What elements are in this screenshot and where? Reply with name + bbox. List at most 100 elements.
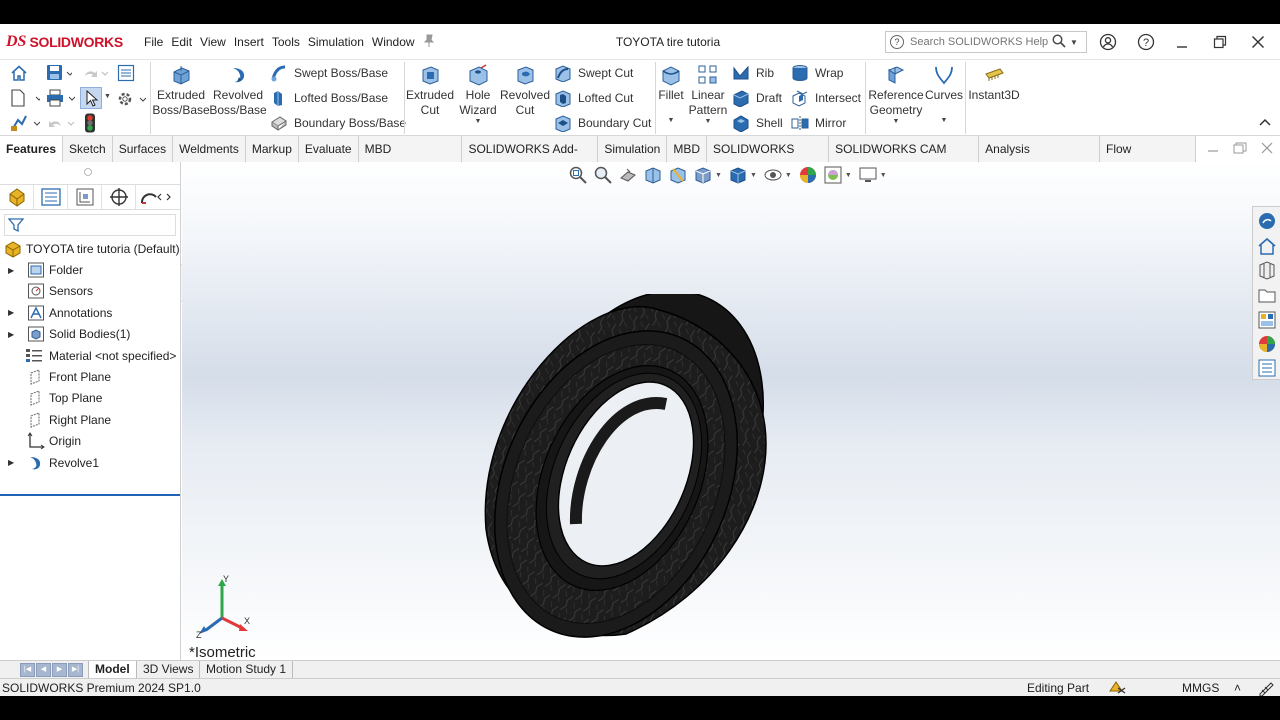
property-manager-icon[interactable] [34, 185, 68, 209]
boundary-cut-button[interactable]: Boundary Cut [554, 112, 651, 134]
dimxpert-manager-icon[interactable] [102, 185, 136, 209]
fillet-button[interactable]: Fillet ▼ [656, 64, 686, 125]
first-tab-arrow-icon[interactable]: |◀ [20, 663, 35, 677]
tab-motion-study-1[interactable]: Motion Study 1 [200, 661, 294, 679]
solidworks-logo[interactable]: DS SOLIDWORKS [6, 32, 123, 52]
hide-show-items-icon[interactable] [763, 165, 783, 185]
expand-arrow-icon[interactable]: ▶ [8, 266, 16, 275]
dynamic-annotation-icon[interactable] [668, 165, 688, 185]
view-orientation-icon[interactable] [693, 165, 713, 185]
customize-status-bar-icon[interactable] [1258, 680, 1274, 696]
curves-dropdown-icon[interactable]: ▼ [941, 117, 948, 125]
tab-markup[interactable]: Markup [245, 136, 299, 162]
units-text[interactable]: MMGS [1182, 681, 1219, 695]
wrap-button[interactable]: Wrap [791, 62, 843, 84]
hide-show-dropdown-icon[interactable]: ▼ [785, 172, 792, 179]
doc-close-icon[interactable] [1261, 142, 1273, 157]
swept-boss-button[interactable]: Swept Boss/Base [270, 62, 388, 84]
print-icon[interactable] [46, 89, 76, 107]
select-pointer-icon[interactable] [80, 87, 102, 109]
expand-arrow-icon[interactable]: ▶ [8, 330, 16, 339]
tab-weldments[interactable]: Weldments [173, 136, 246, 162]
mirror-button[interactable]: Mirror [791, 112, 846, 134]
tab-model[interactable]: Model [88, 661, 137, 679]
boundary-boss-button[interactable]: Boundary Boss/Base [270, 112, 406, 134]
lofted-boss-button[interactable]: Lofted Boss/Base [270, 87, 388, 109]
previous-tab-arrow-icon[interactable]: ◀ [36, 663, 51, 677]
units-menu-icon[interactable]: ˄ [1234, 681, 1241, 695]
solidworks-resources-icon[interactable] [1257, 211, 1277, 231]
tab-sketch[interactable]: Sketch [63, 136, 113, 162]
graphics-area[interactable]: ▼ ▼ ▼ ▼ ▼ Y X Z *Isometric [182, 162, 1280, 660]
configuration-manager-icon[interactable] [68, 185, 102, 209]
expand-arrow-icon[interactable]: ▶ [8, 308, 16, 317]
traffic-light-icon[interactable] [84, 113, 102, 133]
curves-button[interactable]: Curves ▼ [925, 64, 963, 125]
tree-item-folder[interactable]: ▶ Folder [0, 259, 180, 280]
redo-icon[interactable] [82, 64, 109, 82]
panel-handle[interactable] [84, 168, 92, 176]
tire-model[interactable] [466, 294, 776, 639]
help-icon[interactable]: ? [1134, 30, 1158, 54]
view-palette-icon[interactable] [1257, 310, 1277, 330]
expand-arrow-icon[interactable]: ▶ [8, 458, 16, 467]
apply-scene-dropdown-icon[interactable]: ▼ [845, 172, 852, 179]
hole-wizard-button[interactable]: Hole Wizard ▼ [456, 64, 500, 126]
collapse-ribbon-icon[interactable] [1258, 116, 1272, 130]
view-orientation-dropdown-icon[interactable]: ▼ [715, 172, 722, 179]
shell-button[interactable]: Shell [732, 112, 783, 134]
revolved-cut-button[interactable]: Revolved Cut [500, 64, 550, 118]
appearances-scenes-icon[interactable] [1257, 334, 1277, 354]
tab-simulation[interactable]: Simulation [598, 136, 668, 162]
search-dropdown-icon[interactable]: ▼ [1070, 38, 1078, 47]
doc-restore-icon[interactable] [1233, 142, 1247, 157]
tree-item-origin[interactable]: Origin [0, 431, 180, 452]
tab-solidworks-cam[interactable]: SOLIDWORKS CAM [707, 136, 830, 182]
display-manager-icon[interactable] [136, 185, 176, 209]
tree-item-sensors[interactable]: Sensors [0, 281, 180, 302]
rollback-bar[interactable] [0, 494, 180, 496]
save-icon[interactable] [46, 64, 74, 82]
tab-flow-simulation[interactable]: Flow Simulation [1100, 136, 1196, 182]
edit-appearance-icon[interactable] [798, 165, 818, 185]
reference-geometry-dropdown-icon[interactable]: ▼ [893, 118, 900, 126]
menu-file[interactable]: File [140, 35, 167, 49]
tree-item-solid-bodies[interactable]: ▶ Solid Bodies(1) [0, 324, 180, 345]
tab-solidworks-cam-tbm[interactable]: SOLIDWORKS CAM TBM [829, 136, 980, 182]
menu-insert[interactable]: Insert [230, 35, 268, 49]
draft-button[interactable]: Draft [732, 87, 782, 109]
new-document-icon[interactable] [10, 89, 43, 107]
extruded-boss-button[interactable]: Extruded Boss/Base [152, 64, 210, 118]
display-style-icon[interactable] [728, 165, 748, 185]
options-list-icon[interactable] [117, 64, 135, 82]
next-tab-arrow-icon[interactable]: ▶ [52, 663, 67, 677]
rebuild-settings-icon[interactable] [116, 89, 147, 107]
tab-features[interactable]: Features [0, 136, 64, 162]
tree-item-front-plane[interactable]: Front Plane [0, 366, 180, 387]
view-settings-dropdown-icon[interactable]: ▼ [880, 172, 887, 179]
user-account-icon[interactable] [1096, 30, 1120, 54]
design-library-icon[interactable] [1257, 260, 1277, 280]
tab-mbd-dimensions[interactable]: MBD Dimensions [358, 136, 463, 182]
fillet-dropdown-icon[interactable]: ▼ [668, 117, 675, 125]
menu-edit[interactable]: Edit [167, 35, 196, 49]
tree-item-top-plane[interactable]: Top Plane [0, 388, 180, 409]
home-icon[interactable] [10, 64, 28, 82]
search-input[interactable] [910, 36, 1050, 48]
tab-3d-views[interactable]: 3D Views [137, 661, 201, 679]
view-settings-icon[interactable] [858, 165, 878, 185]
sketch-tools-icon[interactable] [10, 114, 41, 132]
undo-icon[interactable] [46, 114, 75, 132]
tab-evaluate[interactable]: Evaluate [298, 136, 359, 162]
tab-surfaces[interactable]: Surfaces [112, 136, 174, 162]
search-box[interactable]: ? ▼ [885, 31, 1087, 53]
restore-icon[interactable] [1208, 30, 1232, 54]
linear-pattern-button[interactable]: Linear Pattern ▼ [688, 64, 728, 126]
revolved-boss-button[interactable]: Revolved Boss/Base [209, 64, 267, 118]
search-icon[interactable] [1052, 33, 1066, 51]
intersect-button[interactable]: Intersect [791, 87, 861, 109]
swept-cut-button[interactable]: Swept Cut [554, 62, 633, 84]
menu-window[interactable]: Window [368, 35, 419, 49]
tree-item-annotations[interactable]: ▶ Annotations [0, 302, 180, 323]
section-view-icon[interactable] [643, 165, 663, 185]
